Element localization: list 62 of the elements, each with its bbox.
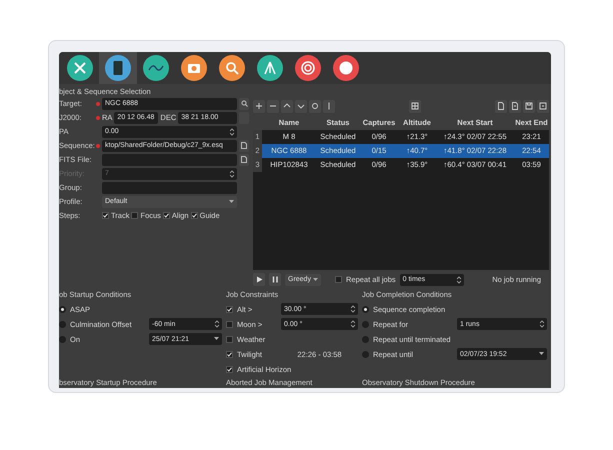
file-field[interactable] — [102, 154, 237, 166]
remove-button[interactable] — [267, 100, 279, 113]
play-icon — [256, 276, 262, 283]
checkbox[interactable] — [131, 212, 138, 220]
text-field[interactable] — [102, 182, 237, 194]
caret-icon — [214, 337, 219, 341]
pause-icon — [272, 276, 278, 283]
caret-icon — [313, 278, 318, 282]
floppy-icon — [538, 101, 548, 112]
spin-arrows-icon — [215, 320, 219, 328]
spin-arrows-icon — [230, 170, 234, 178]
radio-button[interactable] — [59, 320, 66, 328]
checkbox[interactable] — [226, 336, 233, 342]
file-button[interactable] — [239, 140, 249, 152]
checkbox[interactable] — [226, 320, 233, 328]
add-button[interactable] — [253, 100, 265, 113]
document-icon — [496, 101, 506, 112]
spin-arrows-icon — [456, 276, 461, 284]
spin-arrows-icon — [351, 305, 355, 313]
radio-button[interactable] — [362, 336, 369, 342]
checkbox[interactable] — [226, 350, 233, 358]
search-icon — [240, 100, 248, 108]
camera-icon — [181, 54, 207, 81]
spin-arrows-icon — [230, 128, 234, 136]
radio-button[interactable] — [59, 336, 66, 342]
magnifier-icon — [219, 54, 245, 81]
plus-icon — [254, 101, 264, 112]
checkbox[interactable] — [190, 212, 198, 220]
move-up-button[interactable] — [281, 100, 293, 113]
save-as-button[interactable] — [537, 100, 549, 113]
grid-button[interactable] — [409, 100, 421, 113]
save-button[interactable] — [523, 100, 535, 113]
pause-button[interactable] — [269, 273, 281, 286]
caret-icon — [229, 200, 234, 204]
search-button[interactable] — [239, 98, 249, 110]
radio-button[interactable] — [59, 306, 66, 312]
reset-button[interactable] — [309, 100, 321, 113]
checkbox[interactable] — [102, 212, 109, 220]
spin-arrows-icon — [540, 320, 544, 328]
floppy-icon — [524, 101, 534, 112]
target-icon — [295, 54, 321, 81]
checkbox[interactable] — [226, 306, 233, 312]
new-file-button[interactable] — [509, 100, 521, 113]
tripod-icon — [257, 54, 283, 81]
play-button[interactable] — [253, 273, 265, 286]
radio-button[interactable] — [362, 320, 369, 328]
checkbox[interactable] — [335, 276, 342, 283]
move-down-button[interactable] — [295, 100, 307, 113]
radio-button[interactable] — [362, 306, 369, 312]
caret-icon — [539, 352, 544, 356]
radio-button[interactable] — [362, 350, 369, 358]
checkbox[interactable] — [162, 212, 170, 220]
chart-icon — [143, 54, 169, 81]
spin-arrows-icon — [351, 320, 355, 328]
grid-icon — [410, 101, 420, 112]
notebook-icon — [105, 54, 131, 81]
file-button[interactable] — [239, 154, 249, 166]
document-icon — [510, 101, 520, 112]
open-file-button[interactable] — [495, 100, 507, 113]
sort-button[interactable] — [323, 100, 335, 113]
circle-icon — [310, 101, 320, 112]
checkbox[interactable] — [226, 366, 233, 372]
